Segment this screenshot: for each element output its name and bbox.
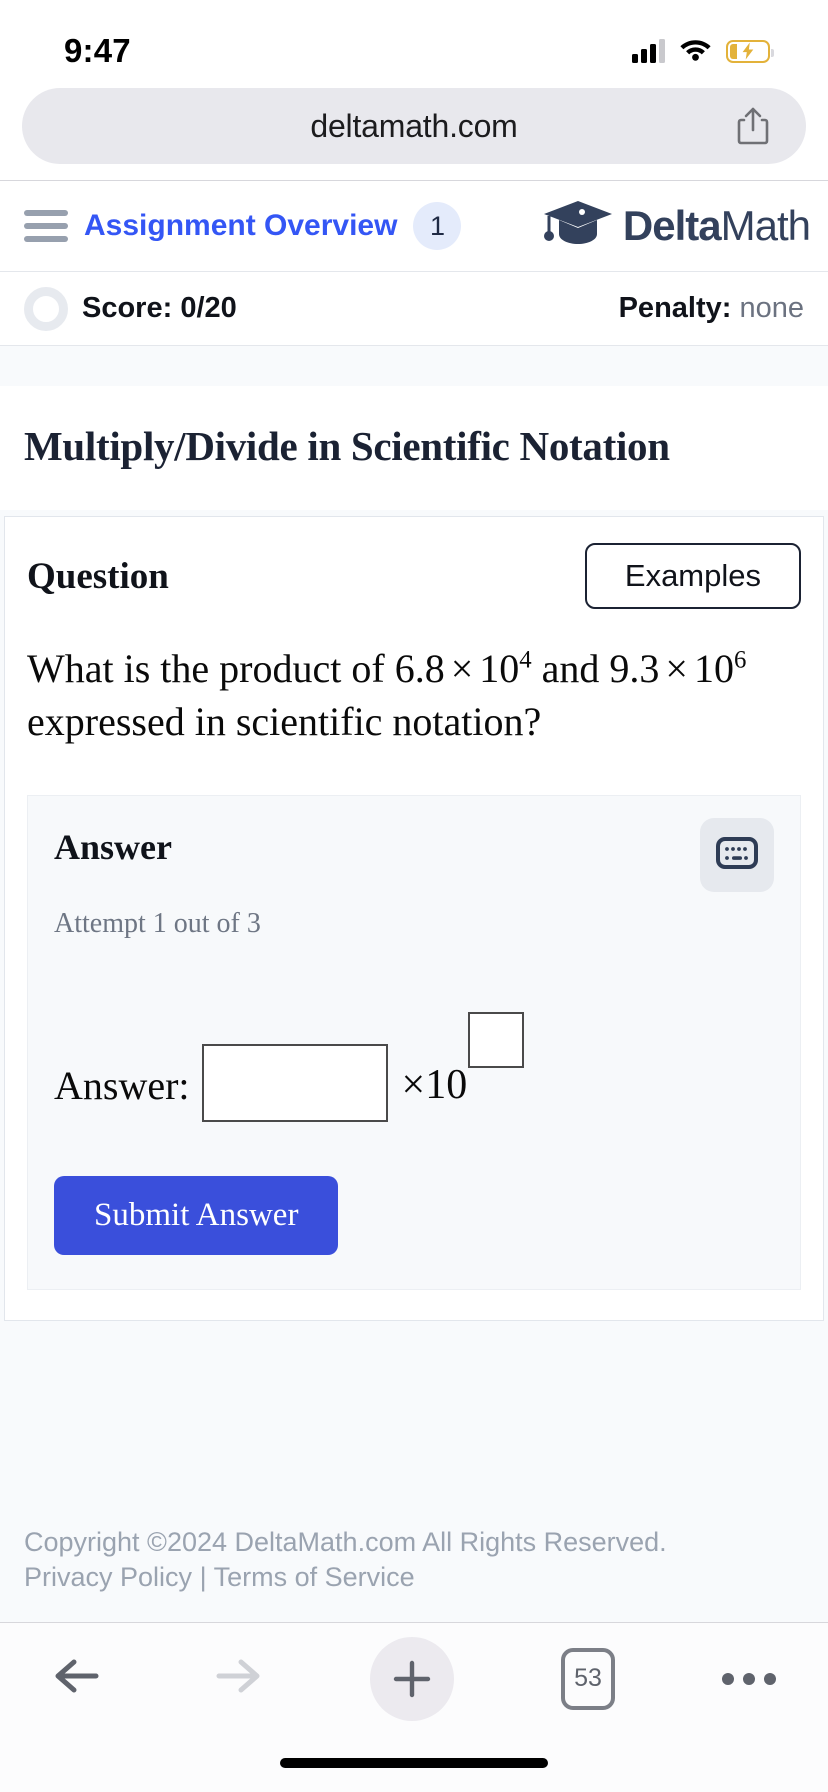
examples-button[interactable]: Examples (584, 543, 801, 609)
url-bar-container: deltamath.com (0, 88, 828, 180)
keyboard-toggle-button[interactable] (700, 817, 774, 892)
graduation-cap-icon (541, 197, 615, 256)
share-icon[interactable] (736, 106, 770, 146)
phone-screen: 9:47 deltamath.com Assignment Overview 1… (0, 0, 828, 1792)
answer-mantissa-input[interactable] (201, 1043, 388, 1122)
tab-count-label: 53 (561, 1647, 615, 1710)
penalty-title: Penalty: (618, 292, 732, 324)
footer-separator: | (199, 1562, 207, 1593)
factor-2: 9.3 × 106 (609, 646, 746, 691)
cellular-bars-icon (632, 39, 665, 63)
brand-math: Math (720, 202, 811, 249)
times-ten-label: ×10 (401, 1061, 468, 1108)
penalty-value: none (739, 292, 804, 324)
battery-charging-icon (726, 39, 774, 63)
factor-2-base: 10 (693, 646, 734, 691)
score-group: Score: 0/20 (24, 286, 237, 331)
url-text[interactable]: deltamath.com (310, 108, 517, 145)
home-indicator-area (0, 1734, 828, 1792)
footer-links: Privacy Policy | Terms of Service (24, 1560, 804, 1596)
question-text-part-2: and (541, 646, 600, 691)
terms-of-service-link[interactable]: Terms of Service (214, 1562, 415, 1592)
home-indicator[interactable] (280, 1758, 548, 1768)
browser-toolbar: 53 (0, 1622, 828, 1734)
answer-panel-header: Answer (54, 817, 774, 892)
attempt-counter: Attempt 1 out of 3 (54, 907, 261, 939)
question-card: Question Examples What is the product of… (4, 516, 824, 1321)
forward-arrow-icon (211, 1654, 263, 1703)
privacy-policy-link[interactable]: Privacy Policy (24, 1562, 192, 1592)
page-title: Multiply/Divide in Scientific Notation (24, 423, 670, 469)
factor-1-mantissa: 6.8 (394, 646, 445, 691)
assignment-title-band: Multiply/Divide in Scientific Notation (0, 386, 828, 510)
status-time: 9:47 (64, 32, 131, 69)
question-text-part-3: expressed in scientific notation? (27, 698, 542, 744)
copyright-text: Copyright ©2024 DeltaMath.com All Rights… (24, 1526, 667, 1557)
answer-input-row: Answer: ×10 (54, 1011, 774, 1122)
wifi-icon (679, 37, 712, 66)
plus-icon (370, 1636, 454, 1721)
factor-2-mantissa: 9.3 (609, 646, 660, 691)
answer-panel: Answer Attempt 1 out of 3 Answer: ×10 Su… (27, 794, 801, 1290)
answer-heading: Answer (54, 826, 172, 867)
site-header: Assignment Overview 1 DeltaMath (0, 180, 828, 272)
question-text-part-1: What is the product of (27, 646, 385, 691)
factor-1-exponent: 4 (519, 646, 532, 674)
hamburger-menu-icon[interactable] (24, 206, 68, 246)
brand-name: DeltaMath (622, 202, 811, 250)
question-text: What is the product of 6.8 × 104 and 9.3 × 1… (27, 643, 801, 749)
site-footer: Copyright ©2024 DeltaMath.com All Rights… (0, 1524, 828, 1622)
score-label: Score: 0/20 (82, 292, 237, 324)
factor-1-times: × (450, 646, 474, 691)
brand-delta: Delta (622, 202, 722, 249)
factor-1-base: 10 (479, 646, 520, 691)
factor-2-times: × (665, 646, 688, 691)
footer-spacer (0, 1320, 828, 1525)
assignment-overview-link[interactable]: Assignment Overview (84, 209, 397, 243)
submit-answer-button[interactable]: Submit Answer (54, 1175, 339, 1255)
penalty-label: Penalty: none (619, 292, 804, 325)
deltamath-logo[interactable]: DeltaMath (541, 197, 811, 256)
back-arrow-icon (52, 1654, 104, 1703)
address-bar[interactable]: deltamath.com (22, 88, 806, 164)
answer-exponent-input[interactable] (468, 1011, 525, 1068)
page-content: Multiply/Divide in Scientific Notation Q… (0, 346, 828, 1622)
forward-button[interactable] (211, 1654, 263, 1703)
more-menu-button[interactable] (722, 1672, 776, 1685)
score-bar: Score: 0/20 Penalty: none (0, 272, 828, 346)
factor-1: 6.8 × 104 (395, 646, 532, 691)
problem-number-badge: 1 (413, 202, 462, 250)
new-tab-button[interactable] (370, 1636, 454, 1721)
progress-ring-icon (24, 286, 68, 331)
tabs-button[interactable]: 53 (561, 1647, 615, 1710)
more-dots-icon (722, 1672, 776, 1685)
keyboard-icon (716, 837, 758, 872)
question-card-header: Question Examples (27, 543, 801, 609)
factor-2-exponent: 6 (733, 646, 747, 674)
status-bar: 9:47 (0, 0, 828, 88)
question-heading: Question (27, 555, 169, 597)
top-spacer (0, 346, 828, 386)
answer-label: Answer: (54, 1062, 190, 1108)
status-indicators (632, 37, 774, 66)
back-button[interactable] (52, 1654, 104, 1703)
